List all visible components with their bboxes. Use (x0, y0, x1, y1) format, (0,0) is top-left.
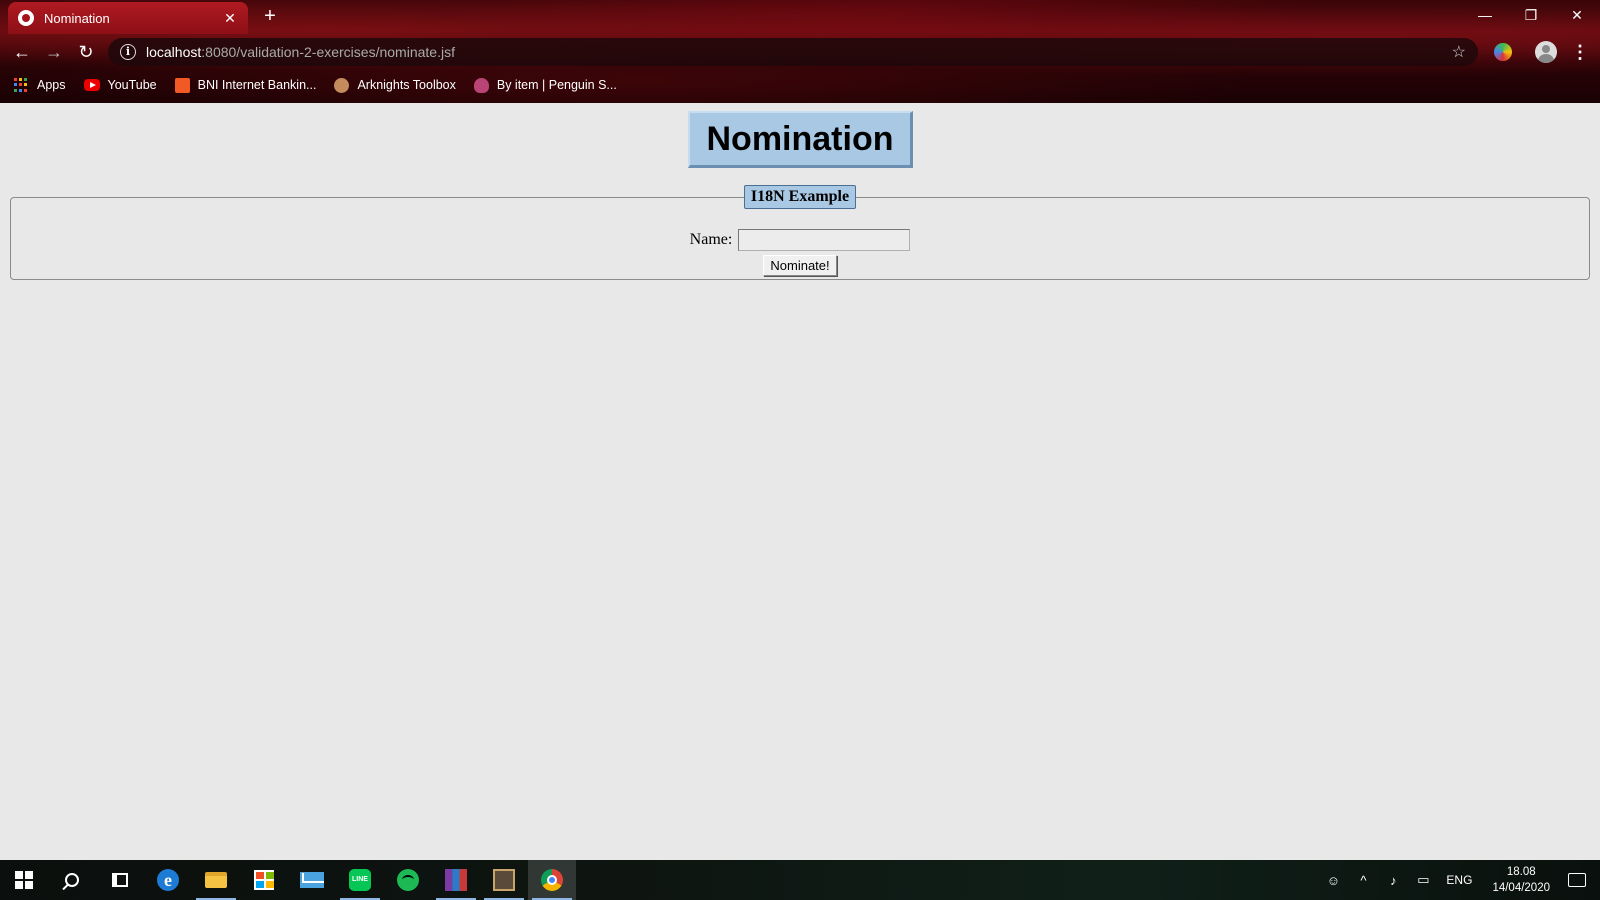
bookmark-arknights[interactable]: Arknights Toolbox (334, 77, 456, 93)
arknights-icon (334, 77, 350, 93)
youtube-icon (83, 79, 100, 91)
windows-taskbar: e LINE ☺ ^ ♪ ▭ ENG 18.08 14/04/2020 (0, 860, 1600, 900)
form-legend: I18N Example (743, 185, 857, 209)
forward-button[interactable]: → (40, 40, 68, 64)
penguin-icon (473, 77, 489, 93)
browser-chrome: Nomination ✕ + — ❐ ✕ ← → ↻ i localhost:8… (0, 0, 1600, 103)
start-button[interactable] (0, 860, 48, 900)
extension-icon[interactable] (1494, 43, 1512, 61)
tab-nomination[interactable]: Nomination ✕ (8, 2, 248, 34)
clock-date: 14/04/2020 (1492, 882, 1550, 894)
url-path: :8080/validation-2-exercises/nominate.js… (201, 44, 455, 60)
name-input[interactable] (738, 229, 911, 251)
name-row: Name: (11, 229, 1589, 251)
nominate-button[interactable]: Nominate! (763, 255, 837, 276)
page-title: Nomination (706, 119, 894, 158)
bookmark-label: Apps (37, 78, 66, 92)
window-controls: — ❐ ✕ (1462, 0, 1600, 30)
chrome-icon (541, 869, 563, 891)
taskbar-line[interactable]: LINE (336, 860, 384, 900)
back-button[interactable]: ← (8, 40, 36, 64)
bookmark-label: YouTube (107, 78, 157, 92)
task-view-icon (112, 873, 128, 887)
people-icon[interactable]: ☺ (1321, 873, 1345, 888)
taskbar-store[interactable] (240, 860, 288, 900)
store-icon (254, 870, 274, 890)
windows-logo-icon (15, 871, 33, 889)
spotify-icon (397, 869, 419, 891)
page-content: Nomination I18N Example Name: Nominate! (0, 103, 1600, 860)
tab-strip: Nomination ✕ + — ❐ ✕ (0, 0, 1600, 34)
restore-button[interactable]: ❐ (1508, 0, 1554, 30)
taskbar-spotify[interactable] (384, 860, 432, 900)
tab-title: Nomination (44, 10, 110, 26)
edge-icon: e (157, 869, 179, 891)
search-button[interactable] (48, 860, 96, 900)
new-tab-button[interactable]: + (258, 5, 282, 29)
system-tray: ☺ ^ ♪ ▭ ENG 18.08 14/04/2020 (1318, 860, 1600, 900)
tab-close-icon[interactable]: ✕ (222, 10, 238, 27)
clock[interactable]: 18.08 14/04/2020 (1492, 864, 1550, 896)
winrar-icon (445, 869, 467, 891)
chevron-up-icon[interactable]: ^ (1351, 873, 1375, 888)
line-icon: LINE (349, 869, 371, 891)
taskbar-chrome[interactable] (528, 860, 576, 900)
bookmark-bni[interactable]: BNI Internet Bankin... (174, 77, 317, 93)
bookmark-label: Arknights Toolbox (357, 78, 456, 92)
bookmark-label: BNI Internet Bankin... (197, 78, 317, 92)
bookmarks-bar: Apps YouTube BNI Internet Bankin... Arkn… (0, 70, 1600, 100)
mail-icon (300, 872, 324, 888)
bookmark-penguin[interactable]: By item | Penguin S... (473, 77, 617, 93)
volume-icon[interactable]: ♪ (1381, 873, 1405, 888)
bookmark-label: By item | Penguin S... (496, 78, 617, 92)
site-info-icon[interactable]: i (120, 44, 136, 60)
browser-menu-button[interactable]: ⋮ (1570, 40, 1590, 64)
clock-time: 18.08 (1506, 866, 1536, 878)
browser-toolbar: ← → ↻ i localhost:8080/validation-2-exer… (0, 34, 1600, 70)
folder-icon (205, 872, 227, 888)
taskbar-file-explorer[interactable] (192, 860, 240, 900)
taskbar-winrar[interactable] (432, 860, 480, 900)
taskbar-game[interactable] (480, 860, 528, 900)
network-icon[interactable]: ▭ (1411, 872, 1435, 888)
submit-row: Nominate! (11, 255, 1589, 276)
search-icon (65, 873, 79, 887)
bni-icon (174, 77, 190, 93)
bookmark-star-icon[interactable]: ☆ (1452, 42, 1466, 62)
taskbar-mail[interactable] (288, 860, 336, 900)
game-icon (493, 869, 515, 891)
address-bar[interactable]: i localhost:8080/validation-2-exercises/… (108, 38, 1478, 66)
name-label: Name: (689, 231, 733, 248)
taskbar-edge[interactable]: e (144, 860, 192, 900)
language-indicator[interactable]: ENG (1446, 873, 1472, 887)
reload-button[interactable]: ↻ (72, 40, 100, 64)
nomination-form: I18N Example Name: Nominate! (10, 185, 1590, 280)
profile-avatar[interactable] (1535, 41, 1557, 63)
page-heading-box: Nomination (688, 111, 913, 168)
page-favicon-icon (18, 10, 34, 26)
minimize-button[interactable]: — (1462, 0, 1508, 30)
url-host: localhost (146, 44, 202, 60)
apps-grid-icon (14, 77, 29, 93)
notification-icon[interactable] (1568, 873, 1586, 887)
task-view-button[interactable] (96, 860, 144, 900)
close-window-button[interactable]: ✕ (1554, 0, 1600, 30)
bookmark-apps[interactable]: Apps (14, 77, 66, 93)
bookmark-youtube[interactable]: YouTube (83, 78, 157, 92)
